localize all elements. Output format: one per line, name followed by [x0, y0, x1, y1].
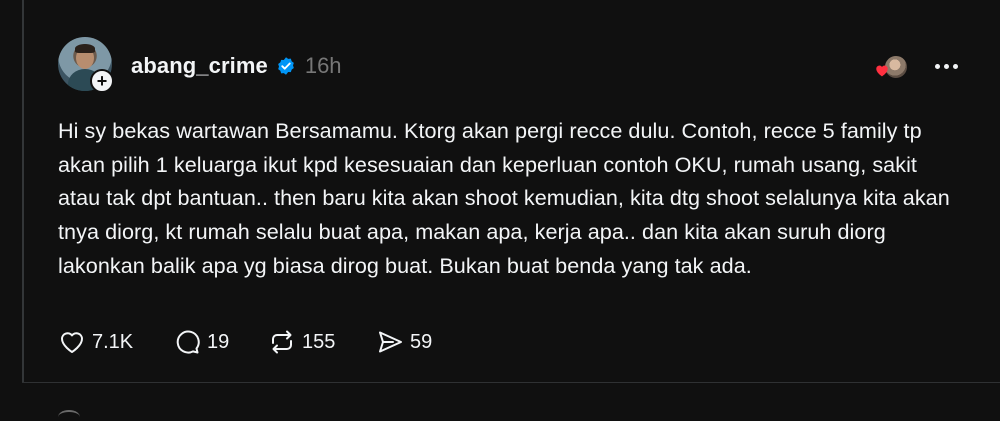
more-icon [934, 63, 940, 69]
repost-count: 155 [302, 330, 336, 353]
more-icon-dot [943, 63, 949, 69]
share-button[interactable]: 59 [376, 328, 432, 356]
like-count: 7.1K [92, 330, 134, 353]
heart-icon [61, 332, 83, 353]
more-options-button[interactable] [930, 52, 962, 80]
post-divider [22, 382, 1000, 383]
like-button[interactable]: 7.1K [58, 328, 133, 356]
heart-icon [876, 65, 888, 77]
reply-button[interactable]: 19 [173, 328, 229, 356]
author-avatar[interactable]: + [58, 37, 114, 93]
share-count: 59 [410, 330, 433, 353]
more-icon-dot [952, 63, 958, 69]
post-timestamp: 16h [304, 53, 342, 78]
post-text: Hi sy bekas wartawan Bersamamu. Ktorg ak… [58, 118, 956, 278]
verified-badge-icon [277, 57, 294, 75]
liked-by-indicator[interactable] [872, 55, 908, 79]
repost-icon [272, 330, 292, 354]
send-icon [379, 331, 402, 353]
next-post-hint [58, 410, 80, 421]
post-header: abang_crime 16h [131, 52, 342, 80]
post-page: + abang_crime 16h Hi sy bekas wartawan B… [0, 0, 1000, 421]
author-username[interactable]: abang_crime [131, 53, 268, 79]
thread-line [22, 0, 24, 382]
repost-button[interactable]: 155 [268, 328, 335, 356]
reply-count: 19 [207, 330, 230, 353]
follow-plus-icon[interactable]: + [90, 69, 114, 93]
comment-icon [176, 330, 200, 354]
